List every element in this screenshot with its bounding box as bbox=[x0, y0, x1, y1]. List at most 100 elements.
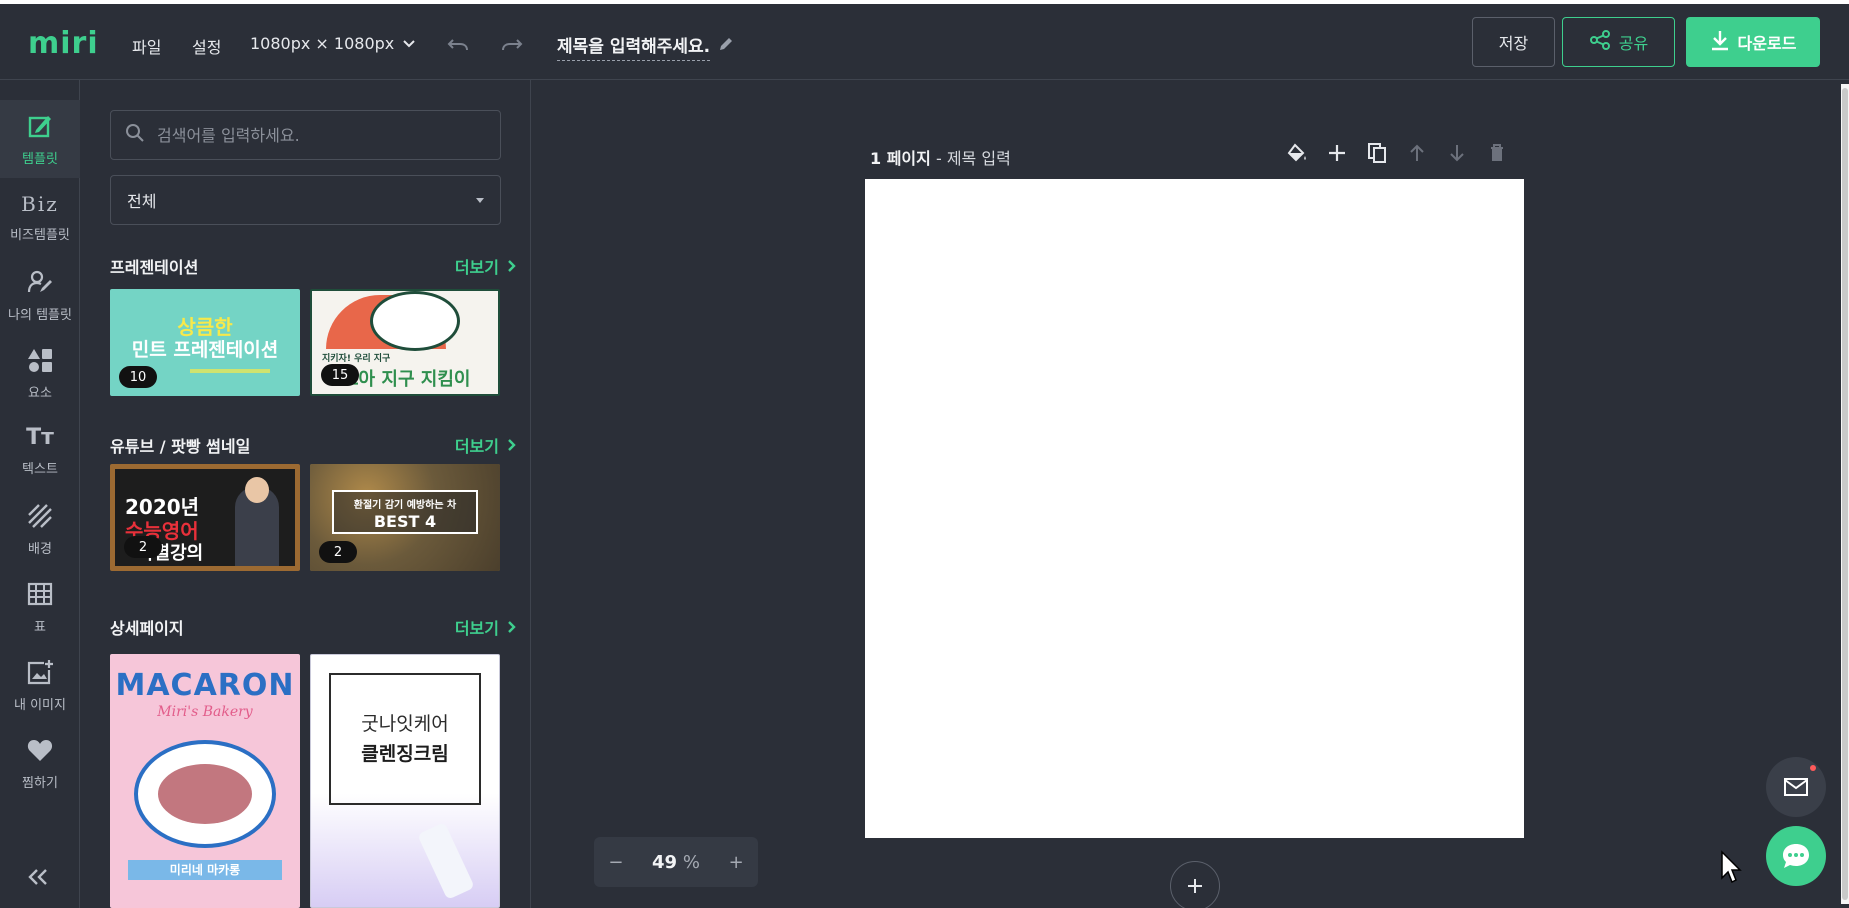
page-label[interactable]: 1 페이지 - 제목 입력 bbox=[870, 145, 1011, 169]
text-icon: Tт bbox=[26, 425, 54, 450]
vertical-scrollbar[interactable] bbox=[1841, 84, 1849, 904]
template-thumbnail[interactable]: 환절기 감기 예방하는 차 BEST 4 2 bbox=[310, 464, 500, 571]
search-input[interactable] bbox=[157, 125, 477, 145]
heart-icon bbox=[27, 739, 53, 761]
document-title[interactable]: 제목을 입력해주세요. bbox=[557, 32, 734, 61]
zoom-control: − 49 % + bbox=[594, 837, 758, 887]
page-title: - 제목 입력 bbox=[935, 149, 1011, 168]
table-icon bbox=[27, 582, 53, 605]
shapes-icon bbox=[28, 348, 52, 372]
settings-menu[interactable]: 설정 bbox=[192, 34, 221, 58]
mail-button[interactable] bbox=[1766, 757, 1826, 817]
thumbnail-text: MACARON bbox=[115, 668, 295, 703]
redo-icon[interactable] bbox=[498, 30, 526, 58]
more-link-presentation[interactable]: 더보기 bbox=[455, 254, 516, 278]
template-search[interactable] bbox=[110, 110, 501, 160]
add-page-icon[interactable] bbox=[1324, 140, 1350, 166]
sidebar-item-biz-templates[interactable]: Biz 비즈템플릿 bbox=[0, 178, 80, 256]
undo-icon[interactable] bbox=[444, 30, 472, 58]
duplicate-page-icon[interactable] bbox=[1364, 140, 1390, 166]
template-thumbnail[interactable]: 굿나잇케어 클렌징크림 bbox=[310, 654, 500, 908]
app-logo[interactable]: miri bbox=[28, 26, 99, 61]
sidebar-item-table[interactable]: 표 bbox=[0, 568, 80, 646]
thumbnail-text: 클렌징크림 bbox=[361, 743, 449, 765]
sidebar-item-favorites[interactable]: 찜하기 bbox=[0, 724, 80, 802]
top-bar: miri 파일 설정 1080px × 1080px 제목을 입력해주세요. 저… bbox=[0, 0, 1849, 80]
search-icon bbox=[125, 123, 145, 147]
section-title-detail-page: 상세페이지 bbox=[110, 619, 184, 638]
sidebar-item-elements[interactable]: 요소 bbox=[0, 334, 80, 412]
design-canvas[interactable] bbox=[865, 179, 1524, 838]
pencil-icon bbox=[718, 36, 734, 57]
move-up-icon[interactable] bbox=[1404, 140, 1430, 166]
plus-icon bbox=[1188, 879, 1202, 893]
sidebar-item-text[interactable]: Tт 텍스트 bbox=[0, 412, 80, 490]
more-link-detail-page[interactable]: 더보기 bbox=[455, 615, 516, 639]
template-thumbnail[interactable]: 지키자! 우리 지구 초아 지구 지킴이 15 bbox=[310, 289, 500, 396]
template-thumbnail[interactable]: 상큼한 민트 프레젠테이션 10 bbox=[110, 289, 300, 396]
file-menu[interactable]: 파일 bbox=[132, 34, 161, 58]
download-icon bbox=[1710, 29, 1730, 55]
zoom-out-button[interactable]: − bbox=[608, 852, 623, 873]
caret-down-icon bbox=[476, 197, 484, 203]
thumbnail-text: 초아 지구 지킴이 bbox=[342, 369, 471, 390]
sidebar-item-background[interactable]: 배경 bbox=[0, 490, 80, 568]
move-down-icon[interactable] bbox=[1444, 140, 1470, 166]
canvas-size-dropdown[interactable]: 1080px × 1080px bbox=[250, 34, 416, 53]
category-select-value: 전체 bbox=[127, 192, 157, 211]
zoom-unit: % bbox=[682, 851, 700, 873]
thumbnail-text: 굿나잇케어 bbox=[361, 713, 449, 735]
zoom-in-button[interactable]: + bbox=[729, 852, 744, 873]
add-page-button[interactable] bbox=[1170, 861, 1220, 908]
sidebar-item-label: 템플릿 bbox=[22, 151, 58, 167]
save-button[interactable]: 저장 bbox=[1472, 17, 1555, 67]
category-select[interactable]: 전체 bbox=[110, 175, 501, 225]
notification-dot bbox=[1810, 765, 1816, 771]
thumbnail-text: Miri's Bakery bbox=[157, 704, 253, 720]
collapse-sidebar-icon[interactable] bbox=[26, 864, 50, 894]
sidebar-item-label: 요소 bbox=[28, 385, 52, 401]
template-panel: 전체 프레젠테이션 더보기 상큼한 민트 프레젠테이션 10 지키자! 우리 지… bbox=[81, 80, 531, 908]
my-template-icon bbox=[27, 270, 52, 292]
chevron-right-icon bbox=[508, 260, 516, 272]
page-count-badge: 10 bbox=[119, 366, 157, 388]
sidebar-item-label: 찜하기 bbox=[22, 775, 58, 791]
thumbnail-text: 지키자! 우리 지구 bbox=[322, 354, 391, 364]
trash-icon[interactable] bbox=[1484, 140, 1510, 166]
scrollbar-thumb[interactable] bbox=[1842, 88, 1848, 900]
template-thumbnail[interactable]: MACARON Miri's Bakery 미리네 마카롱 bbox=[110, 654, 300, 908]
more-link-youtube-thumbnail[interactable]: 더보기 bbox=[455, 433, 516, 457]
person-face bbox=[245, 477, 269, 503]
sidebar-item-templates[interactable]: 템플릿 bbox=[0, 100, 80, 178]
chat-button[interactable] bbox=[1766, 826, 1826, 886]
chat-icon bbox=[1783, 844, 1809, 868]
sidebar-item-my-templates[interactable]: 나의 템플릿 bbox=[0, 256, 80, 334]
document-title-text: 제목을 입력해주세요. bbox=[557, 32, 711, 61]
page-count-badge: 15 bbox=[321, 364, 359, 386]
download-label: 다운로드 bbox=[1737, 34, 1797, 53]
sidebar-item-label: 텍스트 bbox=[22, 462, 58, 477]
template-edit-icon bbox=[28, 115, 51, 137]
mouse-cursor-icon bbox=[1720, 850, 1744, 888]
decoration bbox=[370, 291, 460, 351]
download-button[interactable]: 다운로드 bbox=[1686, 17, 1820, 67]
sidebar-item-my-images[interactable]: 내 이미지 bbox=[0, 646, 80, 724]
mail-icon bbox=[1784, 778, 1808, 796]
share-button[interactable]: 공유 bbox=[1562, 17, 1675, 67]
canvas-stage: 1 페이지 - 제목 입력 − 49 % + bbox=[532, 80, 1849, 908]
macaron-image bbox=[158, 764, 252, 824]
page-number: 1 페이지 bbox=[870, 149, 931, 168]
more-label: 더보기 bbox=[454, 258, 499, 277]
page-count-badge: 2 bbox=[124, 536, 162, 558]
thumbnail-text: BEST 4 bbox=[373, 512, 437, 531]
share-icon bbox=[1589, 29, 1611, 55]
template-thumbnail[interactable]: 2020년 수능영어 특별강의 2 bbox=[110, 464, 300, 571]
zoom-value[interactable]: 49 bbox=[652, 852, 677, 873]
more-label: 더보기 bbox=[454, 619, 499, 638]
chevron-right-icon bbox=[508, 621, 516, 633]
chevron-down-icon bbox=[402, 34, 416, 53]
my-image-icon bbox=[27, 659, 53, 684]
thumbnail-text: 민트 프레젠테이션 bbox=[131, 339, 279, 361]
paint-bucket-icon[interactable] bbox=[1284, 140, 1310, 166]
page-toolbar bbox=[1284, 140, 1510, 166]
